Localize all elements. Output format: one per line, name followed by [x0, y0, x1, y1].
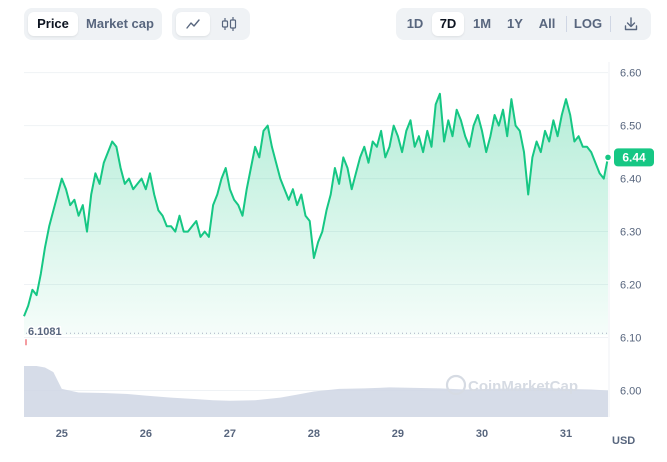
x-tick-label: 29	[392, 428, 404, 440]
price-area	[24, 93, 608, 335]
watermark-text: CoinMarketCap	[468, 378, 578, 395]
y-tick-label: 6.30	[620, 227, 641, 239]
x-tick-label: 26	[140, 428, 152, 440]
y-tick-label: 6.40	[620, 174, 641, 186]
currency-label: USD	[612, 435, 635, 447]
y-tick-label: 6.20	[620, 280, 641, 292]
y-axis: 6.60 6.50 6.40 6.30 6.20 6.10 6.00	[620, 68, 641, 398]
price-chart[interactable]: CoinMarketCap 6.1081 6.60 6.50 6.40 6.30 6.2…	[0, 0, 667, 462]
y-tick-label: 6.10	[620, 333, 641, 345]
y-tick-label: 6.50	[620, 121, 641, 133]
y-tick-label: 6.00	[620, 386, 641, 398]
x-axis: 25 26 27 28 29 30 31	[56, 428, 572, 440]
y-tick-label: 6.60	[620, 68, 641, 80]
current-price-badge: 6.44	[603, 148, 654, 167]
price-area-path	[24, 93, 608, 335]
x-tick-label: 28	[308, 428, 320, 440]
reference-price-label: 6.1081	[28, 326, 62, 338]
x-tick-label: 25	[56, 428, 68, 440]
x-tick-label: 30	[476, 428, 488, 440]
x-tick-label: 31	[560, 428, 572, 440]
current-price-label: 6.44	[622, 150, 646, 164]
current-price-dot	[603, 153, 613, 162]
x-tick-label: 27	[224, 428, 236, 440]
